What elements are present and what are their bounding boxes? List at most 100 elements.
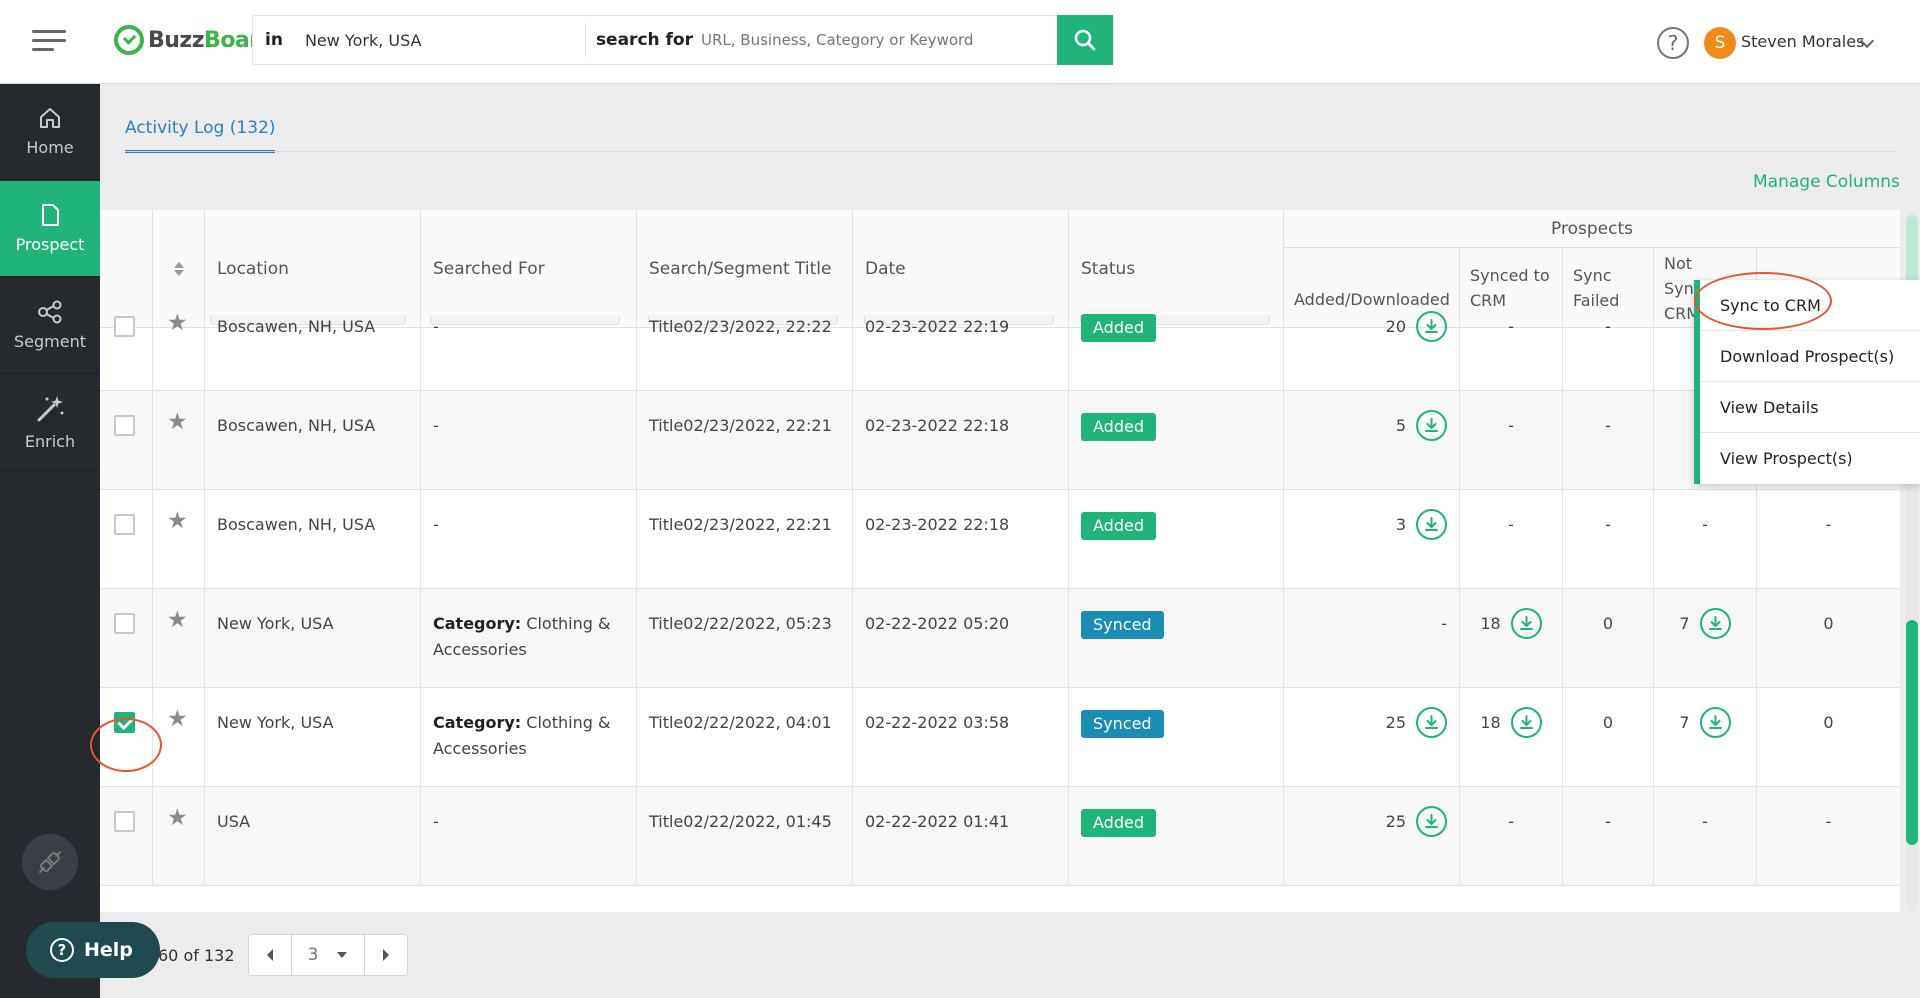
- page-select[interactable]: 3: [291, 935, 365, 975]
- search-button[interactable]: [1057, 15, 1113, 65]
- added-cell: 20: [1284, 292, 1460, 391]
- row-checkbox[interactable]: [114, 811, 135, 832]
- synced-from-count: 0: [1823, 614, 1834, 633]
- star-icon[interactable]: ★: [167, 411, 188, 434]
- location-input[interactable]: New York, USA: [305, 31, 585, 50]
- sidebar-item-home[interactable]: Home: [0, 84, 100, 180]
- star-icon[interactable]: ★: [167, 609, 188, 632]
- row-checkbox[interactable]: [114, 316, 135, 337]
- table-row[interactable]: ★ Boscawen, NH, USA - Title02/23/2022, 22:2…: [100, 292, 1900, 391]
- added-count: 3: [1395, 515, 1406, 534]
- tab-activity-log[interactable]: Activity Log (132): [125, 118, 276, 153]
- home-icon: [40, 108, 60, 128]
- logo[interactable]: BuzzBoard: [114, 22, 275, 58]
- download-icon[interactable]: [1699, 608, 1731, 639]
- status-badge: Synced: [1081, 611, 1164, 639]
- star-icon[interactable]: ★: [167, 708, 188, 731]
- status-badge: Added: [1081, 809, 1156, 837]
- searched-for-value: -: [433, 812, 439, 831]
- star-icon[interactable]: ★: [167, 807, 188, 830]
- sidebar-item-segment[interactable]: Segment: [0, 278, 100, 374]
- failed-count: -: [1605, 812, 1611, 831]
- synced-cell: -: [1460, 490, 1563, 589]
- title-cell: Title02/22/2022, 04:01: [637, 688, 853, 787]
- not-synced-count: 7: [1679, 713, 1690, 732]
- not-synced-cell: 7: [1654, 688, 1757, 787]
- search-bar: in New York, USA search for: [252, 15, 1114, 65]
- help-button[interactable]: ? Help: [26, 922, 160, 978]
- status-badge: Added: [1081, 314, 1156, 342]
- menu-item-download-prospects[interactable]: Download Prospect(s): [1700, 331, 1920, 382]
- added-count: 25: [1385, 812, 1406, 831]
- star-icon[interactable]: ★: [167, 510, 188, 533]
- status-cell: Added: [1069, 391, 1284, 490]
- download-icon[interactable]: [1510, 707, 1542, 738]
- favorite-cell: ★: [153, 490, 205, 589]
- status-badge: Added: [1081, 512, 1156, 540]
- download-icon[interactable]: [1416, 806, 1447, 837]
- sidebar-item-label: Prospect: [15, 235, 85, 254]
- table-row[interactable]: ★ USA - Title02/22/2022, 01:45 02-22-2022 01…: [100, 787, 1900, 886]
- column-group-prospects: Prospects: [1284, 210, 1900, 248]
- synced-count: -: [1508, 515, 1514, 534]
- failed-cell: -: [1563, 292, 1654, 391]
- avatar[interactable]: S: [1704, 27, 1736, 59]
- searched-for-prefix: Category:: [433, 713, 522, 732]
- synced-from-count: -: [1825, 812, 1832, 831]
- title-cell: Title02/23/2022, 22:21: [637, 490, 853, 589]
- table-row[interactable]: ★ Boscawen, NH, USA - Title02/23/2022, 22:2…: [100, 391, 1900, 490]
- row-action-menu: Sync to CRM Download Prospect(s) View De…: [1694, 280, 1920, 484]
- download-icon[interactable]: [1699, 707, 1731, 738]
- synced-count: -: [1508, 416, 1514, 435]
- download-icon[interactable]: [1416, 509, 1447, 540]
- added-cell: 3: [1284, 490, 1460, 589]
- location-cell: Boscawen, NH, USA: [205, 292, 421, 391]
- star-icon[interactable]: ★: [167, 312, 188, 335]
- failed-cell: 0: [1563, 688, 1654, 787]
- table-row[interactable]: ★ New York, USA Category: Clothing & Acces…: [100, 688, 1900, 787]
- search-input[interactable]: [701, 31, 1051, 49]
- manage-columns-link[interactable]: Manage Columns: [1753, 172, 1900, 192]
- searched-for-value: -: [433, 317, 439, 336]
- status-cell: Added: [1069, 292, 1284, 391]
- sidebar-item-enrich[interactable]: Enrich: [0, 375, 100, 471]
- download-icon[interactable]: [1416, 311, 1447, 342]
- download-icon[interactable]: [1510, 608, 1542, 639]
- row-checkbox[interactable]: [114, 613, 135, 634]
- select-cell: [100, 490, 153, 589]
- table-row[interactable]: ★ Boscawen, NH, USA - Title02/23/2022, 22:2…: [100, 490, 1900, 589]
- menu-item-view-details[interactable]: View Details: [1700, 382, 1920, 433]
- menu-item-view-prospects[interactable]: View Prospect(s): [1700, 433, 1920, 484]
- date-cell: 02-22-2022 01:41: [853, 787, 1069, 886]
- synced-cell: 18: [1460, 589, 1563, 688]
- not-synced-cell: -: [1654, 490, 1757, 589]
- integrations-button[interactable]: [22, 834, 78, 890]
- menu-icon[interactable]: [32, 30, 66, 54]
- next-page-button[interactable]: [365, 935, 407, 975]
- not-synced-count: -: [1702, 515, 1708, 534]
- magic-wand-icon: [37, 396, 64, 422]
- location-cell: New York, USA: [205, 688, 421, 787]
- prev-page-button[interactable]: [249, 935, 291, 975]
- status-cell: Synced: [1069, 688, 1284, 787]
- added-count: 5: [1395, 416, 1406, 435]
- favorite-cell: ★: [153, 391, 205, 490]
- sidebar-item-prospect[interactable]: Prospect: [0, 181, 100, 277]
- synced-from-cell: -: [1757, 490, 1900, 589]
- download-icon[interactable]: [1416, 410, 1447, 441]
- searched-for-prefix: Category:: [433, 614, 522, 633]
- menu-item-sync-to-crm[interactable]: Sync to CRM: [1700, 280, 1920, 331]
- row-checkbox[interactable]: [114, 415, 135, 436]
- row-checkbox[interactable]: [114, 712, 135, 733]
- user-name[interactable]: Steven Morales: [1741, 32, 1864, 51]
- chevron-left-icon: [267, 949, 273, 961]
- status-cell: Added: [1069, 490, 1284, 589]
- row-checkbox[interactable]: [114, 514, 135, 535]
- table-row[interactable]: ★ New York, USA Category: Clothing & Acces…: [100, 589, 1900, 688]
- scrollbar-thumb[interactable]: [1906, 620, 1918, 845]
- sidebar-item-label: Enrich: [24, 432, 76, 451]
- failed-count: -: [1605, 515, 1611, 534]
- location-cell: USA: [205, 787, 421, 886]
- help-icon[interactable]: ?: [1657, 27, 1689, 59]
- download-icon[interactable]: [1416, 707, 1447, 738]
